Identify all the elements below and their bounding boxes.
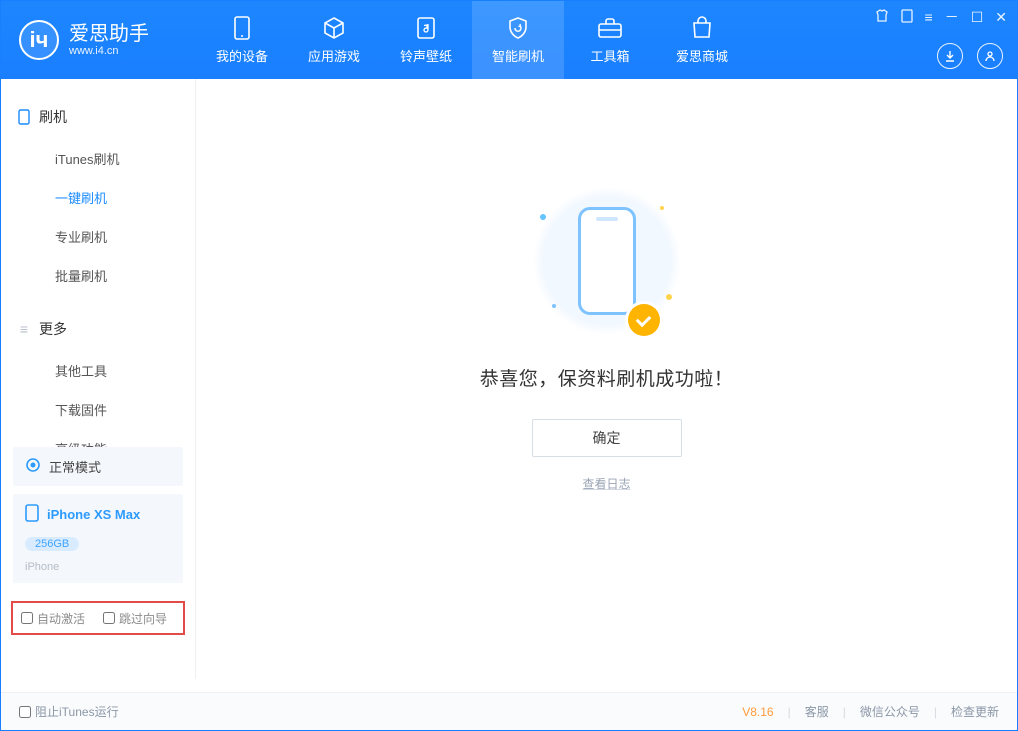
top-nav: 我的设备 应用游戏 铃声壁纸 智能刷机 工具箱 xyxy=(196,1,748,79)
nav-store[interactable]: 爱思商城 xyxy=(656,1,748,79)
sidebar-item-pro-flash[interactable]: 专业刷机 xyxy=(1,217,195,256)
nav-label: 应用游戏 xyxy=(308,46,360,65)
checkbox-skip-guide[interactable]: 跳过向导 xyxy=(103,610,167,627)
nav-label: 爱思商城 xyxy=(676,46,728,65)
app-url: www.i4.cn xyxy=(69,45,149,57)
check-badge-icon xyxy=(628,304,660,336)
app-name: 爱思助手 xyxy=(69,23,149,45)
section-title-label: 更多 xyxy=(39,319,67,339)
device-name-label: iPhone XS Max xyxy=(47,507,140,522)
cube-icon xyxy=(320,16,348,40)
nav-label: 工具箱 xyxy=(590,46,629,65)
phone-icon xyxy=(228,16,256,40)
footer-right: V8.16 | 客服 | 微信公众号 | 检查更新 xyxy=(742,703,999,720)
toolbox-icon xyxy=(596,16,624,40)
close-button[interactable]: ✕ xyxy=(995,9,1007,26)
main-content: 恭喜您，保资料刷机成功啦！ 确定 查看日志 xyxy=(196,79,1017,679)
header-right-buttons xyxy=(937,43,1003,69)
list-icon: ≡ xyxy=(17,322,31,336)
divider: | xyxy=(934,705,937,719)
sidebar-item-oneclick-flash[interactable]: 一键刷机 xyxy=(1,178,195,217)
nav-smart-flash[interactable]: 智能刷机 xyxy=(472,1,564,79)
bag-icon xyxy=(688,16,716,40)
music-file-icon xyxy=(412,16,440,40)
highlighted-options-row: 自动激活 跳过向导 xyxy=(11,601,185,635)
device-mode-card[interactable]: 正常模式 xyxy=(13,447,183,486)
sidebar: 刷机 iTunes刷机 一键刷机 专业刷机 批量刷机 ≡ 更多 其他工具 下载固… xyxy=(1,79,196,679)
mode-dot-icon xyxy=(25,457,41,476)
checkbox-input[interactable] xyxy=(19,706,31,718)
header: iч 爱思助手 www.i4.cn 我的设备 应用游戏 铃声壁纸 xyxy=(1,1,1017,79)
menu-icon[interactable]: ≡ xyxy=(925,9,933,25)
success-message: 恭喜您，保资料刷机成功啦！ xyxy=(480,364,734,391)
device-small-icon xyxy=(17,110,31,124)
ok-button[interactable]: 确定 xyxy=(532,419,682,457)
user-icon[interactable] xyxy=(977,43,1003,69)
section-title-label: 刷机 xyxy=(39,107,67,127)
phone-illustration-icon xyxy=(578,207,636,315)
divider: | xyxy=(843,705,846,719)
sidebar-item-itunes-flash[interactable]: iTunes刷机 xyxy=(1,139,195,178)
app-logo-icon: iч xyxy=(19,20,59,60)
nav-toolbox[interactable]: 工具箱 xyxy=(564,1,656,79)
device-mode-label: 正常模式 xyxy=(49,457,101,476)
device-card[interactable]: iPhone XS Max 256GB iPhone xyxy=(13,494,183,583)
body: 刷机 iTunes刷机 一键刷机 专业刷机 批量刷机 ≡ 更多 其他工具 下载固… xyxy=(1,79,1017,679)
sidebar-item-other-tools[interactable]: 其他工具 xyxy=(1,351,195,390)
version-label: V8.16 xyxy=(742,705,773,719)
divider: | xyxy=(788,705,791,719)
device-type-label: iPhone xyxy=(25,561,59,573)
footer: 阻止iTunes运行 V8.16 | 客服 | 微信公众号 | 检查更新 xyxy=(1,692,1017,730)
maximize-button[interactable]: ☐ xyxy=(971,9,984,26)
nav-label: 我的设备 xyxy=(216,46,268,65)
sidebar-section-more: ≡ 更多 xyxy=(1,311,195,347)
sidebar-item-download-firmware[interactable]: 下载固件 xyxy=(1,390,195,429)
sidebar-section-flash: 刷机 xyxy=(1,99,195,135)
checkbox-auto-activate[interactable]: 自动激活 xyxy=(21,610,85,627)
sparkle-icon xyxy=(552,304,556,308)
download-icon[interactable] xyxy=(937,43,963,69)
checkbox-block-itunes[interactable]: 阻止iTunes运行 xyxy=(19,703,119,720)
checkbox-input[interactable] xyxy=(103,612,115,624)
checkbox-label: 跳过向导 xyxy=(119,610,167,627)
nav-ringtones[interactable]: 铃声壁纸 xyxy=(380,1,472,79)
nav-label: 智能刷机 xyxy=(492,46,544,65)
footer-link-check-update[interactable]: 检查更新 xyxy=(951,703,999,720)
note-icon[interactable] xyxy=(901,9,913,26)
footer-link-wechat[interactable]: 微信公众号 xyxy=(860,703,920,720)
nav-label: 铃声壁纸 xyxy=(400,46,452,65)
logo-text: 爱思助手 www.i4.cn xyxy=(69,23,149,57)
sparkle-icon xyxy=(666,294,672,300)
minimize-button[interactable]: － xyxy=(945,7,959,27)
phone-small-icon xyxy=(25,504,39,525)
device-storage-pill: 256GB xyxy=(25,537,79,551)
shield-refresh-icon xyxy=(504,16,532,40)
checkbox-input[interactable] xyxy=(21,612,33,624)
checkbox-label: 阻止iTunes运行 xyxy=(35,703,119,720)
skin-icon[interactable] xyxy=(875,9,889,26)
nav-apps-games[interactable]: 应用游戏 xyxy=(288,1,380,79)
footer-link-support[interactable]: 客服 xyxy=(805,703,829,720)
sidebar-flash-items: iTunes刷机 一键刷机 专业刷机 批量刷机 xyxy=(1,135,195,311)
window-controls: ≡ － ☐ ✕ xyxy=(875,7,1007,27)
nav-my-device[interactable]: 我的设备 xyxy=(196,1,288,79)
device-area: 正常模式 iPhone XS Max 256GB iPhone xyxy=(13,447,183,591)
logo-block: iч 爱思助手 www.i4.cn xyxy=(1,1,196,79)
success-illustration xyxy=(532,186,682,336)
view-log-link[interactable]: 查看日志 xyxy=(582,475,630,492)
sparkle-icon xyxy=(540,214,546,220)
sidebar-item-batch-flash[interactable]: 批量刷机 xyxy=(1,256,195,295)
sparkle-icon xyxy=(660,206,664,210)
checkbox-label: 自动激活 xyxy=(37,610,85,627)
